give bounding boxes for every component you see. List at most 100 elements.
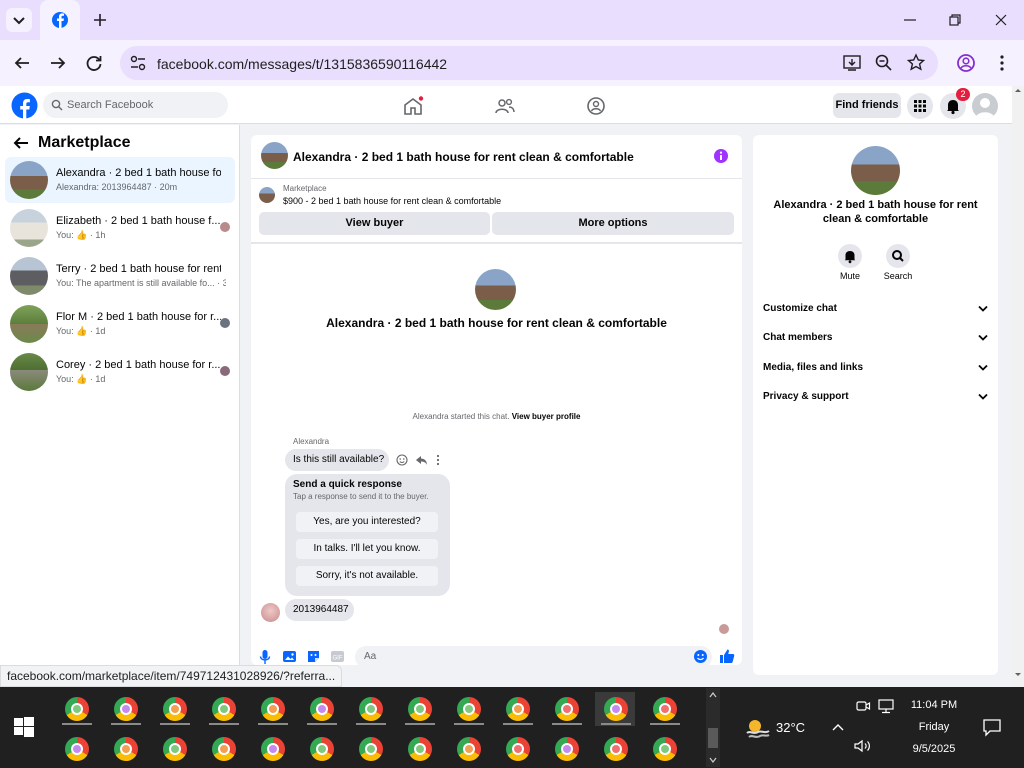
page-scrollbar[interactable] — [1012, 86, 1024, 687]
back-arrow-icon[interactable] — [12, 135, 30, 151]
tab-list-chevron-icon[interactable] — [6, 8, 32, 32]
chrome-taskbar-icon[interactable] — [595, 692, 635, 726]
media-files-links-row[interactable]: Media, files and links — [763, 362, 988, 376]
chrome-taskbar-icon[interactable] — [448, 732, 488, 766]
conversation-item[interactable]: Alexandra · 2 bed 1 bath house for... Al… — [5, 157, 235, 203]
emoji-icon[interactable] — [693, 649, 708, 664]
chrome-taskbar-icon[interactable] — [595, 732, 635, 766]
chrome-taskbar-icon[interactable] — [350, 692, 390, 726]
reply-icon[interactable] — [415, 454, 428, 466]
weather-sun-icon[interactable] — [744, 716, 770, 740]
chrome-taskbar-icon[interactable] — [203, 732, 243, 766]
browser-tab-facebook[interactable] — [40, 0, 80, 40]
sticker-icon[interactable] — [306, 649, 321, 664]
new-tab-plus-icon[interactable] — [88, 8, 112, 32]
chat-header-title[interactable]: Alexandra · 2 bed 1 bath house for rent … — [293, 150, 634, 164]
menu-grid-button[interactable] — [907, 93, 933, 119]
weather-temperature[interactable]: 32°C — [776, 720, 805, 735]
search-button[interactable] — [886, 244, 910, 268]
conversation-preview: You: The apartment is still available fo… — [56, 278, 226, 288]
chrome-taskbar-icon[interactable] — [448, 692, 488, 726]
home-icon[interactable] — [402, 96, 424, 116]
clock-time[interactable]: 11:04 PM — [900, 699, 968, 711]
browser-menu-icon[interactable] — [990, 51, 1014, 75]
address-url-text[interactable]: facebook.com/messages/t/1315836590116442 — [157, 56, 447, 72]
conversation-item[interactable]: Terry · 2 bed 1 bath house for rent ... … — [5, 253, 235, 299]
clock-day[interactable]: Friday — [900, 721, 968, 733]
chrome-taskbar-icon[interactable] — [252, 692, 292, 726]
privacy-support-row[interactable]: Privacy & support — [763, 391, 988, 405]
chrome-taskbar-icon[interactable] — [399, 692, 439, 726]
window-restore-icon[interactable] — [943, 8, 967, 32]
conversation-item[interactable]: Flor M · 2 bed 1 bath house for r... You… — [5, 301, 235, 347]
chrome-taskbar-icon[interactable] — [301, 732, 341, 766]
chevron-down-icon — [978, 305, 988, 312]
quick-response-subtitle: Tap a response to send it to the buyer. — [293, 492, 429, 501]
chrome-taskbar-icon[interactable] — [301, 692, 341, 726]
tray-chevron-up-icon[interactable] — [830, 720, 846, 734]
chrome-taskbar-icon[interactable] — [350, 732, 390, 766]
chrome-taskbar-icon[interactable] — [105, 732, 145, 766]
profile-icon[interactable] — [954, 51, 978, 75]
clock-date[interactable]: 9/5/2025 — [900, 743, 968, 755]
chrome-taskbar-icon[interactable] — [546, 692, 586, 726]
notifications-chat-icon[interactable] — [982, 717, 1002, 737]
quick-reply-button[interactable]: In talks. I'll let you know. — [296, 539, 438, 559]
taskbar-scrollbar[interactable] — [706, 688, 720, 767]
sender-avatar — [261, 603, 280, 622]
chrome-taskbar-icon[interactable] — [105, 692, 145, 726]
friends-icon[interactable] — [494, 96, 516, 116]
window-minimize-icon[interactable] — [898, 8, 922, 32]
view-buyer-profile-link[interactable]: View buyer profile — [512, 412, 581, 421]
mute-button[interactable] — [838, 244, 862, 268]
forward-arrow-icon[interactable] — [46, 51, 70, 75]
account-avatar[interactable] — [972, 93, 998, 119]
more-dots-icon[interactable] — [434, 454, 442, 466]
chrome-taskbar-icon[interactable] — [56, 732, 96, 766]
photo-icon[interactable] — [282, 649, 297, 664]
site-settings-icon[interactable] — [127, 51, 149, 75]
network-icon[interactable] — [877, 698, 895, 714]
camera-in-use-icon[interactable] — [855, 698, 871, 714]
conversation-item[interactable]: Corey · 2 bed 1 bath house for r... You:… — [5, 349, 235, 395]
chrome-taskbar-icon[interactable] — [154, 732, 194, 766]
volume-icon[interactable] — [853, 738, 873, 754]
window-close-icon[interactable] — [989, 8, 1013, 32]
listing-price[interactable]: $900 - 2 bed 1 bath house for rent clean… — [283, 196, 501, 206]
chrome-taskbar-icon[interactable] — [497, 692, 537, 726]
quick-reply-button[interactable]: Sorry, it's not available. — [296, 566, 438, 586]
chrome-taskbar-icon[interactable] — [644, 732, 684, 766]
install-app-icon[interactable] — [840, 51, 864, 75]
chrome-taskbar-icon[interactable] — [203, 692, 243, 726]
chrome-taskbar-icon[interactable] — [56, 692, 96, 726]
customize-chat-row[interactable]: Customize chat — [763, 303, 988, 317]
quick-reply-button[interactable]: Yes, are you interested? — [296, 512, 438, 532]
chrome-taskbar-icon[interactable] — [644, 692, 684, 726]
windows-start-icon[interactable] — [14, 717, 34, 737]
bookmark-star-icon[interactable] — [904, 51, 928, 75]
chrome-taskbar-icon[interactable] — [546, 732, 586, 766]
message-bubble[interactable]: Is this still available? — [285, 449, 389, 471]
chrome-taskbar-icon[interactable] — [252, 732, 292, 766]
facebook-logo-icon[interactable] — [11, 92, 38, 119]
reload-icon[interactable] — [82, 51, 106, 75]
chat-members-row[interactable]: Chat members — [763, 332, 988, 346]
like-thumb-icon[interactable] — [719, 648, 735, 664]
view-buyer-button[interactable]: View buyer — [259, 212, 490, 235]
groups-icon[interactable] — [585, 96, 607, 116]
zoom-icon[interactable] — [872, 51, 896, 75]
react-emoji-icon[interactable] — [396, 454, 408, 466]
message-input[interactable] — [355, 646, 712, 668]
chrome-taskbar-icon[interactable] — [399, 732, 439, 766]
message-bubble[interactable]: 2013964487 — [285, 599, 354, 621]
back-arrow-icon[interactable] — [10, 51, 34, 75]
more-options-button[interactable]: More options — [492, 212, 734, 235]
house-thumbnail — [10, 257, 48, 295]
chrome-taskbar-icon[interactable] — [154, 692, 194, 726]
microphone-icon[interactable] — [258, 649, 272, 665]
find-friends-button[interactable]: Find friends — [833, 93, 901, 118]
gif-icon[interactable]: GIF — [330, 649, 345, 664]
info-icon[interactable] — [713, 148, 729, 164]
chrome-taskbar-icon[interactable] — [497, 732, 537, 766]
conversation-item[interactable]: Elizabeth · 2 bed 1 bath house f... You:… — [5, 205, 235, 251]
